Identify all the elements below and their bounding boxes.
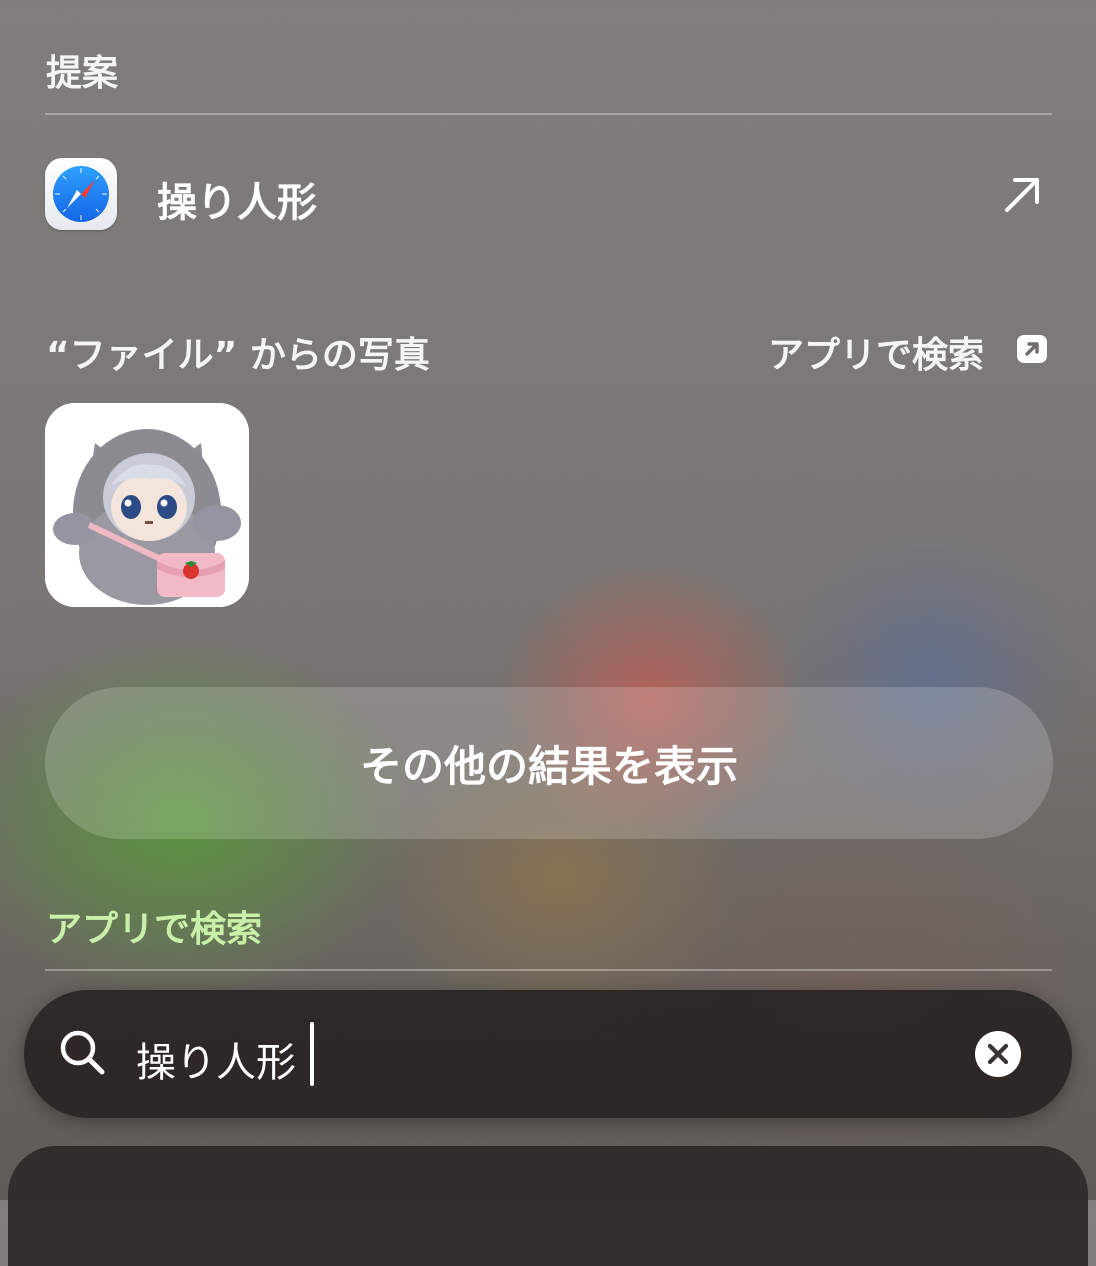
photos-header: “ファイル” からの写真 — [46, 335, 430, 376]
suggestions-header: 提案 — [46, 53, 119, 94]
app-search-header: アプリで検索 — [46, 909, 263, 950]
open-in-app-icon — [1016, 334, 1048, 364]
suggestions-divider — [45, 113, 1052, 115]
search-bar[interactable]: 操り人形 — [24, 990, 1072, 1118]
suggestion-row[interactable]: 操り人形 — [45, 156, 1052, 232]
search-icon — [58, 1028, 110, 1080]
show-more-results-button[interactable]: その他の結果を表示 — [45, 687, 1053, 839]
bottom-sheet — [8, 1146, 1088, 1266]
text-cursor — [310, 1022, 314, 1086]
search-in-app-label: アプリで検索 — [768, 335, 985, 376]
arrow-up-right-icon — [1003, 174, 1043, 214]
search-input[interactable]: 操り人形 — [136, 1030, 296, 1088]
safari-icon — [45, 158, 117, 230]
clear-icon[interactable] — [974, 1030, 1022, 1078]
suggestion-label: 操り人形 — [157, 180, 317, 226]
plush-doll-photo[interactable] — [45, 403, 249, 607]
app-search-divider — [45, 969, 1052, 971]
search-in-app-link[interactable]: アプリで検索 — [768, 326, 1052, 376]
